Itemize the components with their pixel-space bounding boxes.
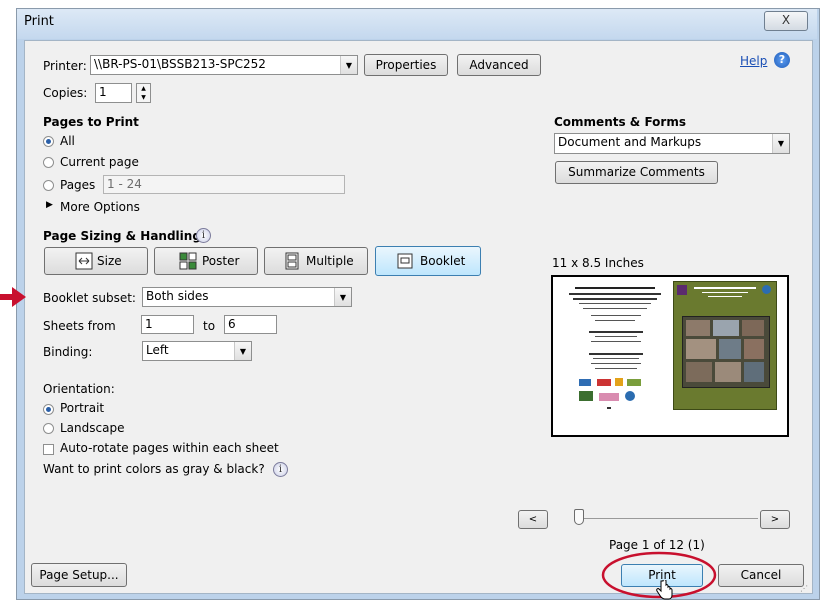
sheets-to-input[interactable]: 6 <box>224 315 277 334</box>
binding-select[interactable]: Left ▼ <box>142 341 252 361</box>
tab-booklet[interactable]: Booklet <box>375 246 481 276</box>
autorotate-label: Auto-rotate pages within each sheet <box>60 441 279 455</box>
sheets-from-input[interactable]: 1 <box>141 315 194 334</box>
booklet-subset-value: Both sides <box>146 289 209 303</box>
size-icon <box>75 252 93 270</box>
chevron-down-icon: ▼ <box>334 288 351 306</box>
radio-portrait-label: Portrait <box>60 401 105 415</box>
paper-size-label: 11 x 8.5 Inches <box>552 256 644 270</box>
binding-value: Left <box>146 343 169 357</box>
print-preview <box>551 275 789 437</box>
chevron-down-icon: ▼ <box>772 134 789 153</box>
pages-to-print-heading: Pages to Print <box>43 115 139 129</box>
copies-input[interactable]: 1 <box>95 83 132 103</box>
preview-right-page <box>673 281 777 410</box>
chevron-down-icon: ▼ <box>340 56 357 74</box>
printer-select[interactable]: \\BR-PS-01\BSSB213-SPC252 ▼ <box>90 55 358 75</box>
summarize-comments-button[interactable]: Summarize Comments <box>555 161 718 184</box>
tab-multiple-label: Multiple <box>306 254 354 268</box>
chevron-down-icon: ▼ <box>234 342 251 360</box>
radio-portrait[interactable] <box>43 404 54 415</box>
binding-label: Binding: <box>43 345 93 359</box>
page-setup-button[interactable]: Page Setup... <box>31 563 127 587</box>
title-bar <box>17 9 817 39</box>
close-icon: X <box>781 13 791 27</box>
radio-all[interactable] <box>43 136 54 147</box>
tab-multiple[interactable]: Multiple <box>264 247 368 275</box>
tab-size[interactable]: Size <box>44 247 148 275</box>
advanced-button[interactable]: Advanced <box>457 54 541 76</box>
comments-forms-value: Document and Markups <box>558 135 702 149</box>
radio-pages[interactable] <box>43 180 54 191</box>
copies-stepper[interactable]: ▲ ▼ <box>136 83 151 103</box>
radio-all-label: All <box>60 134 75 148</box>
booklet-icon <box>397 253 413 269</box>
page-slider-thumb[interactable] <box>574 509 584 525</box>
radio-current-page[interactable] <box>43 157 54 168</box>
radio-current-page-label: Current page <box>60 155 139 169</box>
tab-poster-label: Poster <box>202 254 240 268</box>
hand-cursor-icon <box>656 580 673 600</box>
radio-landscape[interactable] <box>43 423 54 434</box>
cancel-button[interactable]: Cancel <box>718 564 804 587</box>
comments-forms-heading: Comments & Forms <box>554 115 686 129</box>
page-slider-track[interactable] <box>580 518 758 519</box>
help-link[interactable]: Help <box>740 54 767 68</box>
close-button[interactable]: X <box>764 11 808 31</box>
preview-left-page <box>561 281 671 431</box>
tab-poster[interactable]: Poster <box>154 247 258 275</box>
autorotate-checkbox[interactable] <box>43 444 54 455</box>
orientation-label: Orientation: <box>43 382 115 396</box>
triangle-right-icon[interactable]: ▶ <box>46 200 53 210</box>
resize-grip-icon[interactable]: ⋰ <box>800 584 808 593</box>
booklet-subset-label: Booklet subset: <box>43 291 136 305</box>
multiple-icon <box>285 252 299 270</box>
info-icon[interactable]: i <box>273 462 288 477</box>
comments-forms-select[interactable]: Document and Markups ▼ <box>554 133 790 154</box>
poster-icon <box>179 252 197 270</box>
tab-size-label: Size <box>97 254 122 268</box>
arrow-right-icon <box>0 287 26 307</box>
radio-landscape-label: Landscape <box>60 421 125 435</box>
printer-label: Printer: <box>43 59 87 73</box>
booklet-subset-select[interactable]: Both sides ▼ <box>142 287 352 307</box>
printer-value: \\BR-PS-01\BSSB213-SPC252 <box>94 57 266 71</box>
tab-booklet-label: Booklet <box>420 254 466 268</box>
pages-range-input[interactable]: 1 - 24 <box>103 175 345 194</box>
previous-page-button[interactable]: < <box>518 510 548 529</box>
page-sizing-heading: Page Sizing & Handling <box>43 229 201 243</box>
help-icon[interactable]: ? <box>774 52 790 68</box>
copies-label: Copies: <box>43 86 88 100</box>
properties-button[interactable]: Properties <box>364 54 448 76</box>
sheets-from-label: Sheets from <box>43 319 116 333</box>
gray-black-label: Want to print colors as gray & black? <box>43 462 265 476</box>
more-options-toggle[interactable]: More Options <box>60 200 140 214</box>
next-page-button[interactable]: > <box>760 510 790 529</box>
sheets-to-label: to <box>203 319 216 333</box>
radio-pages-label: Pages <box>60 178 96 192</box>
window-title: Print <box>24 14 54 29</box>
info-icon[interactable]: i <box>196 228 211 243</box>
